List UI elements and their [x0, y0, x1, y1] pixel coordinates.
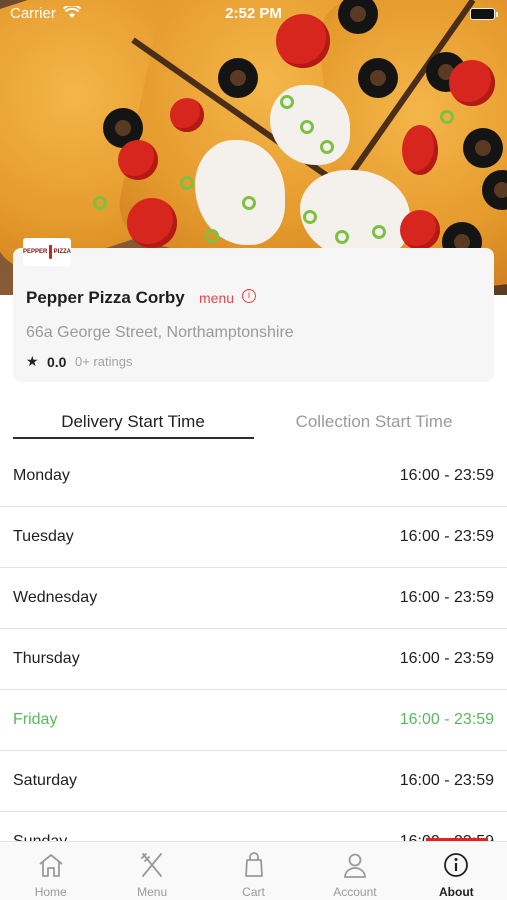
active-tab-indicator: [13, 437, 254, 439]
restaurant-address: 66a George Street, Northamptonshire: [26, 324, 294, 341]
tab-account[interactable]: Account: [304, 842, 405, 900]
tab-about[interactable]: About: [406, 842, 507, 900]
tab-menu[interactable]: Menu: [101, 842, 202, 900]
star-icon: ★: [26, 353, 39, 369]
restaurant-name: Pepper Pizza Corby: [26, 288, 185, 307]
hours-label: 16:00 - 23:59: [399, 528, 494, 545]
day-label: Monday: [13, 467, 70, 484]
hours-label: 16:00 - 23:59: [399, 589, 494, 606]
tab-label: Account: [333, 885, 377, 899]
fork-knife-icon: [141, 853, 163, 877]
hours-label: 16:00 - 23:59: [399, 711, 494, 728]
tab-label: Cart: [242, 885, 265, 899]
day-label: Saturday: [13, 772, 78, 789]
status-bar: Carrier 2:52 PM: [0, 0, 507, 28]
tab-label: Menu: [137, 885, 168, 899]
tab-label: Home: [34, 885, 67, 899]
list-item: Tuesday 16:00 - 23:59: [0, 507, 507, 568]
tab-collection-start-time[interactable]: Collection Start Time: [254, 412, 494, 432]
day-label: Wednesday: [13, 589, 98, 606]
info-icon: [444, 853, 469, 877]
tab-delivery-start-time[interactable]: Delivery Start Time: [13, 412, 253, 432]
status-time: 2:52 PM: [225, 5, 282, 22]
info-icon[interactable]: i: [242, 289, 256, 303]
bottom-tab-bar: Home Menu Cart Account About: [0, 841, 507, 900]
tab-home[interactable]: Home: [0, 842, 101, 900]
restaurant-card: PEPPER PIZZA Pepper Pizza Corby menu i 6…: [13, 238, 494, 382]
day-label: Friday: [13, 711, 58, 728]
restaurant-logo: PEPPER PIZZA: [23, 238, 71, 266]
list-item-today: Friday 16:00 - 23:59: [0, 690, 507, 751]
hours-label: 16:00 - 23:59: [399, 772, 494, 789]
battery-icon: [470, 8, 498, 20]
day-label: Thursday: [13, 650, 80, 667]
shopping-bag-icon: [244, 852, 263, 877]
list-item: Wednesday 16:00 - 23:59: [0, 568, 507, 629]
rating-value: 0.0: [47, 354, 67, 370]
hours-label: 16:00 - 23:59: [399, 650, 494, 667]
list-item: Monday 16:00 - 23:59: [0, 446, 507, 507]
tab-label: About: [439, 885, 474, 899]
list-item: Thursday 16:00 - 23:59: [0, 629, 507, 690]
user-icon: [344, 853, 366, 878]
logo-cup-icon: [49, 245, 52, 259]
hours-label: 16:00 - 23:59: [399, 467, 494, 484]
logo-text-right: PIZZA: [53, 249, 71, 255]
day-label: Tuesday: [13, 528, 74, 545]
time-tabs: Delivery Start Time Collection Start Tim…: [0, 398, 507, 442]
list-item: Saturday 16:00 - 23:59: [0, 751, 507, 812]
ratings-count: 0+ ratings: [75, 354, 133, 369]
menu-link[interactable]: menu: [199, 290, 234, 306]
logo-text-left: PEPPER: [23, 249, 48, 255]
opening-hours-list[interactable]: Monday 16:00 - 23:59 Tuesday 16:00 - 23:…: [0, 446, 507, 842]
home-icon: [39, 854, 63, 877]
tab-cart[interactable]: Cart: [203, 842, 304, 900]
